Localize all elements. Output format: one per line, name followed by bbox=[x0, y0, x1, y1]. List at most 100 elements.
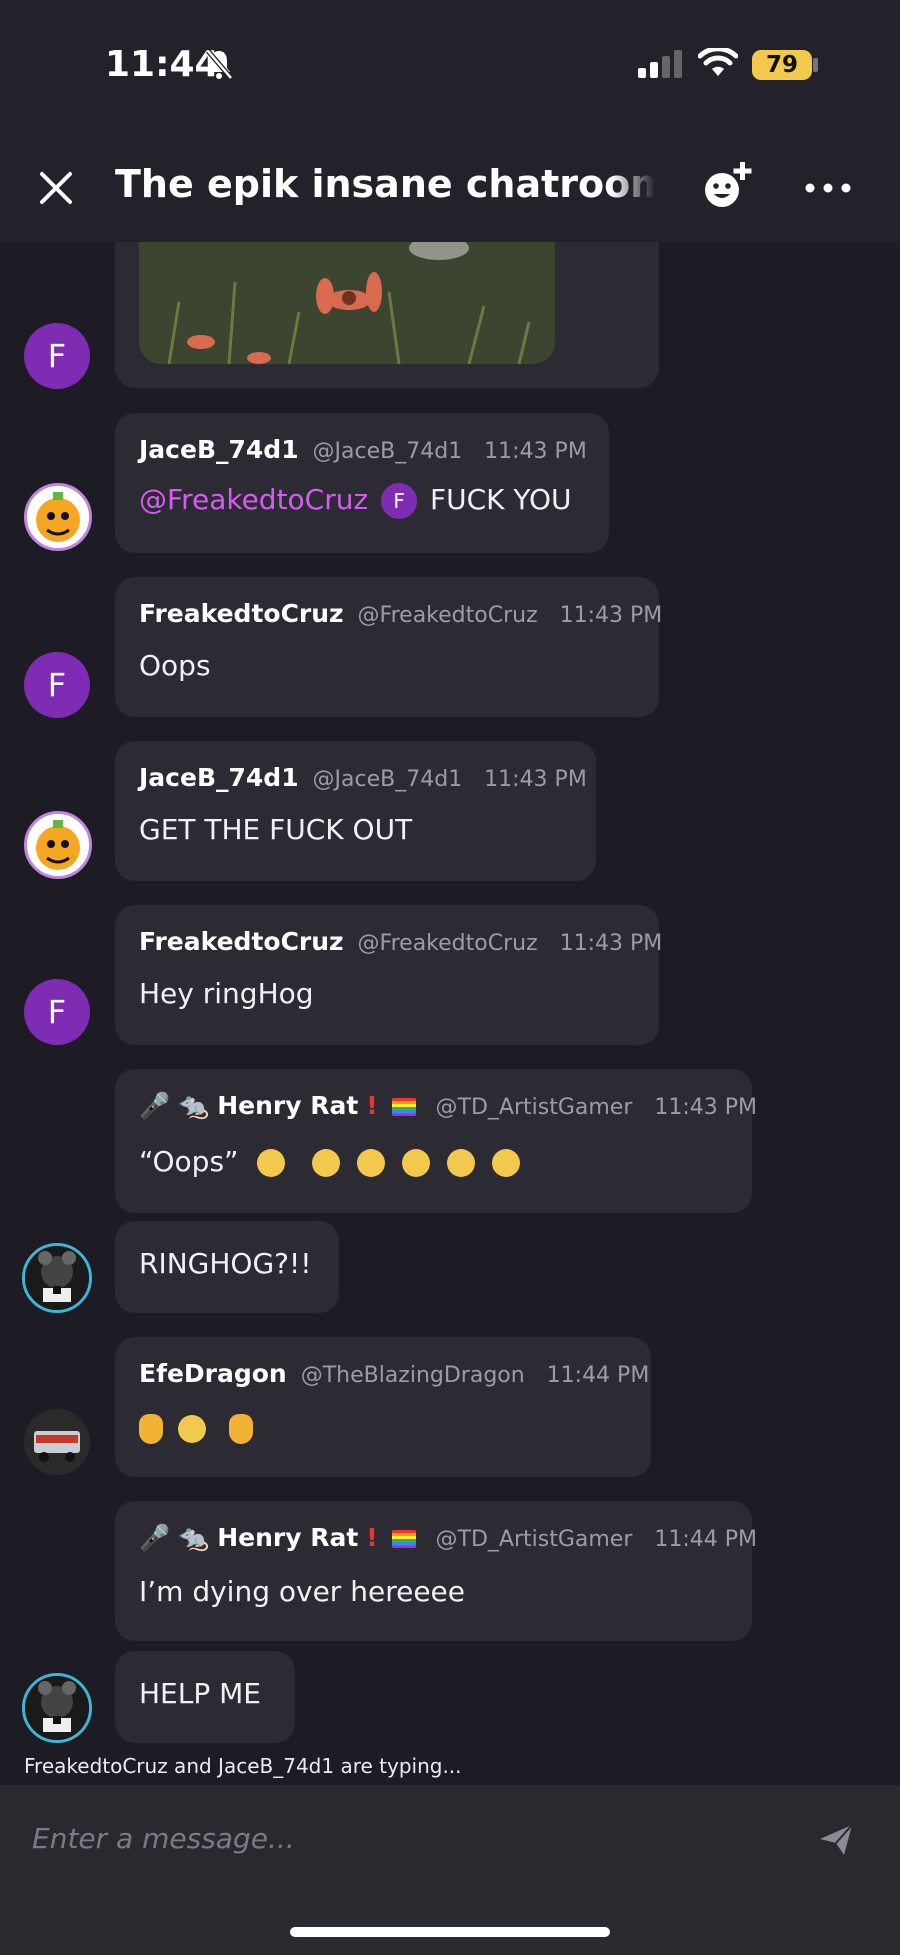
avatar[interactable] bbox=[24, 811, 92, 879]
message-header: JaceB_74d1 @JaceB_74d1 11:43 PM bbox=[139, 763, 587, 792]
sender-handle: @JaceB_74d1 bbox=[312, 767, 463, 792]
message-text: I’m dying over hereeee bbox=[139, 1575, 465, 1608]
microphone-icon: 🎤 bbox=[139, 1523, 171, 1552]
microphone-icon: 🎤 bbox=[139, 1091, 171, 1120]
sender-name[interactable]: Henry Rat bbox=[217, 1091, 358, 1120]
sender-name[interactable]: EfeDragon bbox=[139, 1359, 287, 1388]
message-body: “Oops” bbox=[139, 1145, 239, 1178]
mention-link[interactable]: @FreakedtoCruz bbox=[139, 483, 368, 516]
sender-name[interactable]: FreakedtoCruz bbox=[139, 599, 344, 628]
send-icon[interactable] bbox=[816, 1819, 856, 1859]
message-input[interactable] bbox=[30, 1811, 794, 1865]
rainbow-flag-icon bbox=[391, 1098, 416, 1116]
rat-icon: 🐀 bbox=[178, 1091, 210, 1120]
message-body: FUCK YOU bbox=[430, 483, 572, 516]
raised-hand-emoji-icon bbox=[228, 1414, 253, 1444]
message-text: Hey ringHog bbox=[139, 977, 314, 1010]
exclamation-icon: ! bbox=[366, 1523, 378, 1552]
chat-title: The epik insane chatroom 2.0 bbox=[115, 162, 655, 206]
sender-handle: @TheBlazingDragon bbox=[300, 1363, 525, 1388]
sender-name[interactable]: JaceB_74d1 bbox=[139, 763, 299, 792]
message-bubble[interactable]: 🎤 🐀 Henry Rat ! @TD_ArtistGamer 11:44 PM… bbox=[115, 1501, 757, 1641]
crying-emoji-icon bbox=[257, 1149, 286, 1177]
avatar[interactable] bbox=[22, 1243, 92, 1313]
message-bubble[interactable]: EfeDragon @TheBlazingDragon 11:44 PM bbox=[115, 1337, 651, 1477]
rolling-laughing-emoji-icon bbox=[491, 1149, 520, 1177]
chat-header: The epik insane chatroom 2.0 bbox=[0, 120, 900, 242]
message-text: GET THE FUCK OUT bbox=[139, 813, 413, 846]
avatar[interactable] bbox=[22, 1673, 92, 1743]
message-bubble[interactable]: FreakedtoCruz @FreakedtoCruz 11:43 PM He… bbox=[115, 905, 662, 1045]
add-member-icon[interactable] bbox=[700, 158, 756, 214]
sender-name[interactable]: Henry Rat bbox=[217, 1523, 358, 1552]
dizzy-face-emoji-icon bbox=[447, 1149, 476, 1177]
sender-handle: @JaceB_74d1 bbox=[312, 439, 463, 464]
message-text: HELP ME bbox=[139, 1677, 261, 1710]
battery-tip bbox=[813, 58, 818, 72]
avatar[interactable]: F bbox=[24, 652, 90, 718]
more-options-icon[interactable] bbox=[800, 168, 856, 208]
dizzy-face-emoji-icon bbox=[312, 1149, 341, 1177]
avatar[interactable]: F bbox=[24, 979, 90, 1045]
message-header: 🎤 🐀 Henry Rat ! @TD_ArtistGamer 11:43 PM bbox=[139, 1091, 757, 1121]
message-time: 11:43 PM bbox=[654, 1095, 757, 1120]
mention-avatar: F bbox=[381, 483, 418, 519]
message-time: 11:43 PM bbox=[484, 439, 587, 464]
tiger-avatar-icon bbox=[27, 814, 89, 876]
close-icon[interactable] bbox=[36, 168, 76, 208]
sender-handle: @TD_ArtistGamer bbox=[435, 1095, 633, 1120]
sender-handle: @FreakedtoCruz bbox=[357, 931, 538, 956]
message-header: FreakedtoCruz @FreakedtoCruz 11:43 PM bbox=[139, 927, 662, 956]
message-text: “Oops” bbox=[139, 1145, 528, 1178]
avatar[interactable] bbox=[24, 1409, 90, 1475]
message-header: EfeDragon @TheBlazingDragon 11:44 PM bbox=[139, 1359, 649, 1388]
message-text: Oops bbox=[139, 649, 211, 682]
message-header: 🎤 🐀 Henry Rat ! @TD_ArtistGamer 11:44 PM bbox=[139, 1523, 757, 1553]
message-bubble[interactable]: JaceB_74d1 @JaceB_74d1 11:43 PM GET THE … bbox=[115, 741, 596, 881]
bell-muted-icon bbox=[206, 49, 233, 80]
avatar[interactable]: F bbox=[24, 323, 90, 389]
flushed-face-emoji-icon bbox=[177, 1415, 206, 1443]
message-bubble[interactable]: HELP ME bbox=[115, 1651, 295, 1743]
status-bar: 11:44 79 bbox=[0, 0, 900, 120]
sender-name[interactable]: FreakedtoCruz bbox=[139, 927, 344, 956]
message-time: 11:44 PM bbox=[654, 1527, 757, 1552]
message-feed[interactable]: F JaceB_74d1 @JaceB_74d1 11:43 PM @Freak… bbox=[0, 242, 900, 1760]
exclamation-icon: ! bbox=[366, 1091, 378, 1120]
home-indicator[interactable] bbox=[290, 1927, 610, 1937]
message-time: 11:43 PM bbox=[484, 767, 587, 792]
rat-avatar-icon bbox=[25, 1676, 89, 1740]
message-time: 11:44 PM bbox=[546, 1363, 650, 1388]
message-text: RINGHOG?!! bbox=[139, 1247, 312, 1280]
message-image[interactable] bbox=[139, 242, 555, 364]
sender-handle: @TD_ArtistGamer bbox=[435, 1527, 633, 1552]
dizzy-face-emoji-icon bbox=[402, 1149, 431, 1177]
wifi-icon bbox=[698, 48, 738, 76]
battery-indicator: 79 bbox=[752, 50, 812, 80]
rat-avatar-icon bbox=[25, 1246, 89, 1310]
message-bubble[interactable]: 🎤 🐀 Henry Rat ! @TD_ArtistGamer 11:43 PM… bbox=[115, 1069, 757, 1213]
message-bubble[interactable]: JaceB_74d1 @JaceB_74d1 11:43 PM @Freaked… bbox=[115, 413, 609, 553]
message-bubble[interactable]: FreakedtoCruz @FreakedtoCruz 11:43 PM Oo… bbox=[115, 577, 662, 717]
rainbow-flag-icon bbox=[391, 1530, 416, 1548]
message-bubble[interactable] bbox=[115, 242, 659, 388]
message-time: 11:43 PM bbox=[559, 603, 663, 628]
message-text bbox=[139, 1411, 259, 1444]
rat-icon: 🐀 bbox=[178, 1523, 210, 1552]
dizzy-face-emoji-icon bbox=[357, 1149, 386, 1177]
cellular-signal-icon bbox=[638, 50, 682, 78]
message-composer bbox=[0, 1785, 900, 1955]
avatar[interactable] bbox=[24, 483, 92, 551]
message-time: 11:43 PM bbox=[559, 931, 663, 956]
sender-name[interactable]: JaceB_74d1 bbox=[139, 435, 299, 464]
status-time: 11:44 bbox=[105, 44, 220, 85]
sender-handle: @FreakedtoCruz bbox=[357, 603, 538, 628]
typing-indicator: FreakedtoCruz and JaceB_74d1 are typing.… bbox=[24, 1754, 462, 1778]
message-header: JaceB_74d1 @JaceB_74d1 11:43 PM bbox=[139, 435, 587, 464]
message-text: @FreakedtoCruz F FUCK YOU bbox=[139, 483, 572, 519]
message-bubble[interactable]: RINGHOG?!! bbox=[115, 1221, 339, 1313]
raised-hand-emoji-icon bbox=[139, 1414, 163, 1444]
flowers-image bbox=[139, 242, 555, 364]
message-header: FreakedtoCruz @FreakedtoCruz 11:43 PM bbox=[139, 599, 662, 628]
tiger-avatar-icon bbox=[27, 486, 89, 548]
